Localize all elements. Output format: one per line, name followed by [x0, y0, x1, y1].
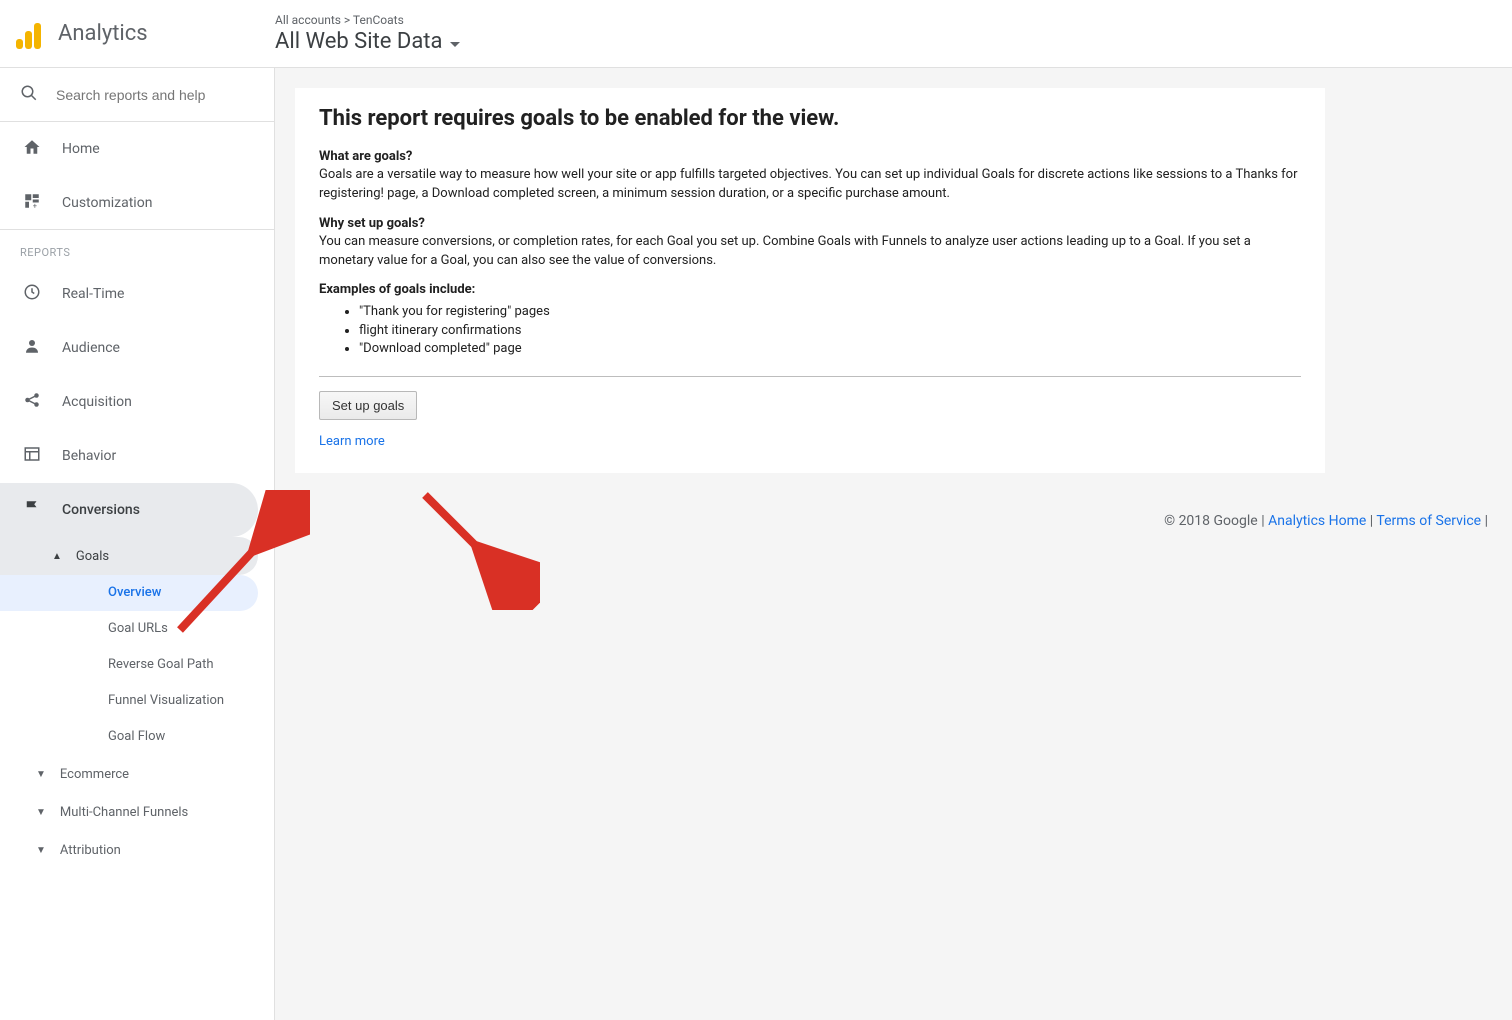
nav-realtime[interactable]: Real-Time [0, 267, 274, 321]
nav-label: Customization [62, 195, 152, 211]
search-row[interactable] [0, 68, 274, 122]
nav-label: Behavior [62, 448, 116, 464]
triangle-down-icon: ▼ [36, 807, 46, 818]
examples-heading: Examples of goals include: [319, 282, 1301, 297]
content-area: This report requires goals to be enabled… [275, 68, 1512, 1020]
nav-customization[interactable]: + Customization [0, 176, 274, 230]
footer: © 2018 Google | Analytics Home | Terms o… [295, 513, 1492, 529]
nav-goals-urls[interactable]: Goal URLs [0, 611, 258, 647]
search-icon [20, 84, 38, 106]
divider [319, 376, 1301, 377]
report-title: This report requires goals to be enabled… [319, 106, 1301, 131]
nav-label: Goals [76, 549, 109, 564]
nav-label: Funnel Visualization [108, 693, 224, 710]
setup-goals-button[interactable]: Set up goals [319, 391, 417, 420]
reports-section-label: REPORTS [0, 230, 274, 267]
nav-conversions[interactable]: Conversions [0, 483, 258, 537]
analytics-logo-icon [16, 19, 46, 49]
example-item: "Thank you for registering" pages [359, 303, 1301, 321]
examples-list: "Thank you for registering" pages flight… [319, 303, 1301, 358]
what-body: Goals are a versatile way to measure how… [319, 166, 1301, 204]
nav-label: Attribution [60, 843, 121, 858]
nav-funnel-visualization[interactable]: Funnel Visualization [0, 683, 258, 719]
person-icon [20, 337, 44, 359]
nav-attribution[interactable]: ▼ Attribution [0, 831, 258, 869]
svg-text:+: + [33, 201, 37, 210]
why-body: You can measure conversions, or completi… [319, 233, 1301, 271]
nav-audience[interactable]: Audience [0, 321, 274, 375]
copyright: © 2018 Google [1164, 513, 1258, 529]
nav-behavior[interactable]: Behavior [0, 429, 274, 483]
sidebar: Home + Customization REPORTS Real-Time A… [0, 68, 275, 1020]
nav-label: Reverse Goal Path [108, 657, 214, 674]
clock-icon [20, 283, 44, 305]
breadcrumb: All accounts > TenCoats All Web Site Dat… [275, 13, 460, 54]
nav-label: Multi-Channel Funnels [60, 805, 188, 820]
triangle-up-icon: ▲ [52, 551, 62, 562]
nav-label: Real-Time [62, 286, 124, 302]
why-heading: Why set up goals? [319, 216, 1301, 231]
nav-label: Overview [108, 585, 161, 602]
nav-home[interactable]: Home [0, 122, 274, 176]
what-heading: What are goals? [319, 149, 1301, 164]
nav-label: Acquisition [62, 394, 132, 410]
home-icon [20, 138, 44, 160]
nav-label: Audience [62, 340, 120, 356]
nav-multi-channel-funnels[interactable]: ▼ Multi-Channel Funnels [0, 793, 258, 831]
nav-label: Conversions [62, 502, 140, 518]
nav-goals-overview[interactable]: Overview [0, 575, 258, 611]
terms-link[interactable]: Terms of Service [1376, 513, 1481, 529]
app-title: Analytics [58, 21, 148, 46]
nav-label: Goal Flow [108, 729, 165, 746]
flag-icon [20, 499, 44, 521]
triangle-down-icon: ▼ [36, 845, 46, 856]
dashboard-icon: + [20, 192, 44, 214]
account-label: All Web Site Data [275, 29, 442, 54]
nav-goal-flow[interactable]: Goal Flow [0, 719, 258, 755]
nav-goals[interactable]: ▲ Goals [0, 537, 258, 575]
example-item: "Download completed" page [359, 340, 1301, 358]
analytics-home-link[interactable]: Analytics Home [1268, 513, 1366, 529]
nav-reverse-goal-path[interactable]: Reverse Goal Path [0, 647, 258, 683]
nav-label: Ecommerce [60, 767, 129, 782]
triangle-down-icon: ▼ [36, 769, 46, 780]
logo-block[interactable]: Analytics [16, 19, 275, 49]
app-header: Analytics All accounts > TenCoats All We… [0, 0, 1512, 68]
share-icon [20, 391, 44, 413]
example-item: flight itinerary confirmations [359, 322, 1301, 340]
nav-acquisition[interactable]: Acquisition [0, 375, 274, 429]
breadcrumb-path[interactable]: All accounts > TenCoats [275, 13, 460, 27]
nav-label: Home [62, 141, 100, 157]
layout-icon [20, 445, 44, 467]
search-input[interactable] [56, 87, 254, 103]
learn-more-link[interactable]: Learn more [319, 434, 385, 449]
report-card: This report requires goals to be enabled… [295, 88, 1325, 473]
nav-ecommerce[interactable]: ▼ Ecommerce [0, 755, 258, 793]
caret-down-icon [450, 29, 460, 54]
nav-label: Goal URLs [108, 621, 168, 638]
account-selector[interactable]: All Web Site Data [275, 29, 460, 54]
